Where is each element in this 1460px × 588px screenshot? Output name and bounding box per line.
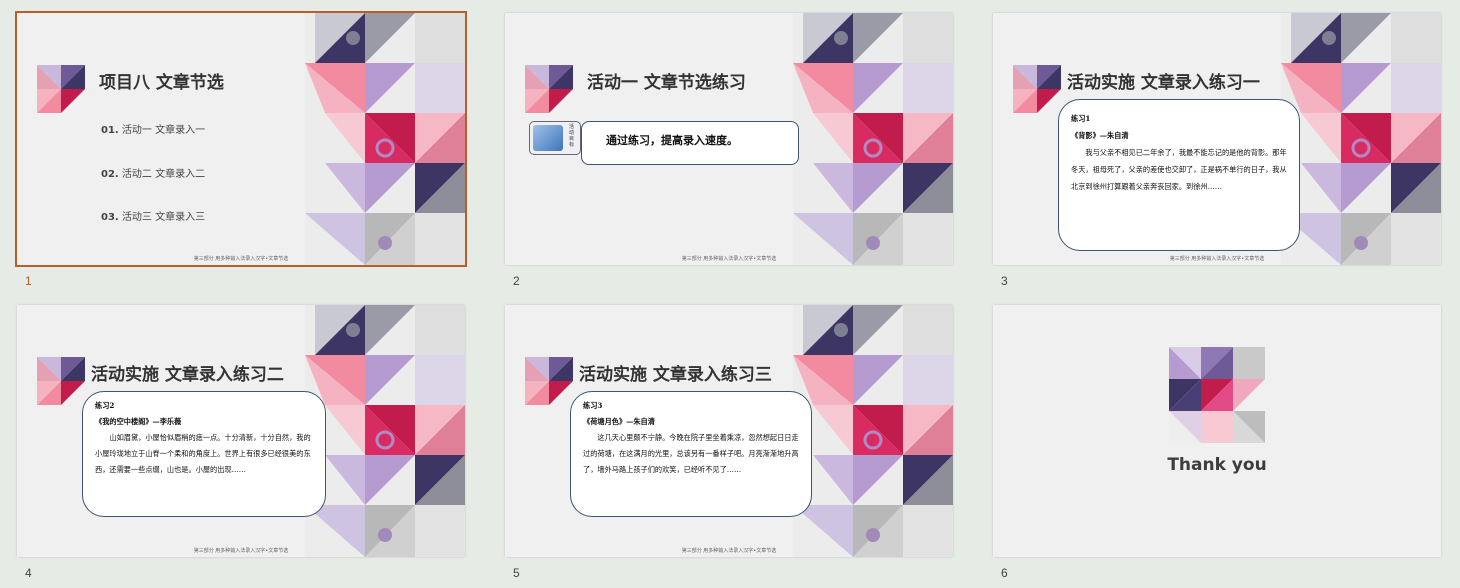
slide-footer: 第三部分 用多种输入法录入汉字•文章节选 bbox=[193, 548, 289, 554]
slide-title: 活动实施 文章录入练习一 bbox=[1067, 73, 1260, 93]
agenda-item-2: 02. 活动二 文章录入二 bbox=[101, 169, 206, 180]
exercise-card: 练习1 《背影》—朱自清 我与父亲不相见已二年余了，我最不能忘记的是他的背影。那… bbox=[1058, 99, 1300, 251]
slide-thumbnail-3[interactable]: 活动实施 文章录入练习一 练习1 《背影》—朱自清 我与父亲不相见已二年余了，我… bbox=[993, 13, 1441, 265]
tangram-logo-icon bbox=[525, 357, 573, 405]
slide-title: 活动实施 文章录入练习三 bbox=[579, 365, 772, 385]
slide-title: 活动实施 文章录入练习二 bbox=[91, 365, 284, 385]
geometric-decoration bbox=[305, 305, 465, 557]
slide-title: 活动一 文章节选练习 bbox=[587, 73, 746, 93]
slide-thumbnail-4[interactable]: 活动实施 文章录入练习二 练习2 《我的空中楼阁》—李乐薇 山如眉黛，小屋恰似眉… bbox=[17, 305, 465, 557]
slide-number: 2 bbox=[513, 274, 520, 288]
slide-footer: 第三部分 用多种输入法录入汉字•文章节选 bbox=[681, 548, 777, 554]
exercise-card: 练习2 《我的空中楼阁》—李乐薇 山如眉黛，小屋恰似眉梢的痣一点。十分清新，十分… bbox=[82, 391, 326, 517]
agenda-item-1: 01. 活动一 文章录入一 bbox=[101, 125, 206, 136]
slide-thumbnail-1[interactable]: 项目八 文章节选 01. 活动一 文章录入一 02. 活动二 文章录入二 03.… bbox=[17, 13, 465, 265]
slide-thumbnail-5[interactable]: 活动实施 文章录入练习三 练习3 《荷塘月色》—朱自清 这几天心里颇不宁静。今晚… bbox=[505, 305, 953, 557]
slide-number: 1 bbox=[25, 274, 32, 288]
pen-icon bbox=[533, 125, 563, 151]
geometric-decoration bbox=[305, 13, 465, 265]
tangram-logo-icon bbox=[525, 65, 573, 113]
goal-box: 通过练习，提高录入速度。 bbox=[581, 121, 799, 165]
slide-thumbnail-2[interactable]: 活动一 文章节选练习 活动目标 通过练习，提高录入速度。 第三部分 用多种输入法… bbox=[505, 13, 953, 265]
activity-goal-badge: 活动目标 bbox=[529, 121, 581, 155]
geometric-decoration bbox=[793, 13, 953, 265]
slide-footer: 第三部分 用多种输入法录入汉字•文章节选 bbox=[193, 256, 289, 262]
tangram-logo-icon bbox=[37, 357, 85, 405]
slide-number: 5 bbox=[513, 566, 520, 580]
geometric-decoration bbox=[793, 305, 953, 557]
exercise-card: 练习3 《荷塘月色》—朱自清 这几天心里颇不宁静。今晚在院子里坐着乘凉，忽然想起… bbox=[570, 391, 812, 517]
slide-footer: 第三部分 用多种输入法录入汉字•文章节选 bbox=[1169, 256, 1265, 262]
slide-thumbnail-6[interactable]: Thank you bbox=[993, 305, 1441, 557]
slide-number: 3 bbox=[1001, 274, 1008, 288]
tangram-emblem-icon bbox=[1169, 347, 1265, 443]
slide-title: 项目八 文章节选 bbox=[99, 73, 224, 93]
slide-number: 4 bbox=[25, 566, 32, 580]
tangram-logo-icon bbox=[37, 65, 85, 113]
thank-you-text: Thank you bbox=[1167, 455, 1267, 475]
slide-footer: 第三部分 用多种输入法录入汉字•文章节选 bbox=[681, 256, 777, 262]
slide-number: 6 bbox=[1001, 566, 1008, 580]
tangram-logo-icon bbox=[1013, 65, 1061, 113]
agenda-item-3: 03. 活动三 文章录入三 bbox=[101, 212, 206, 223]
geometric-decoration bbox=[1281, 13, 1441, 265]
